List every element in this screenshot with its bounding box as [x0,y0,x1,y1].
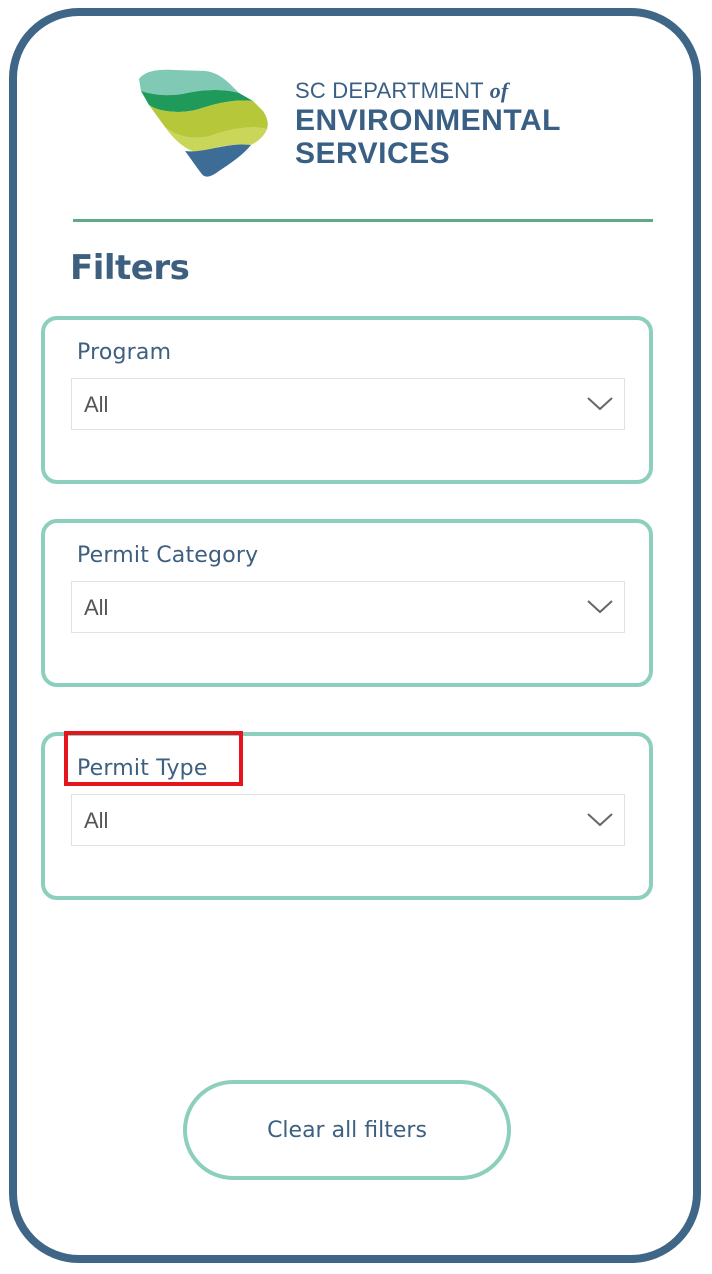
permit-type-dropdown-value: All [84,808,109,833]
chevron-down-icon [587,813,613,827]
filter-label-program: Program [77,340,172,365]
header-divider [73,219,653,222]
department-wordmark: SC DEPARTMENT of ENVIRONMENTAL SERVICES [295,78,561,170]
logo-line-environmental: ENVIRONMENTAL [295,104,561,137]
logo-line-department: SC DEPARTMENT of [295,78,509,103]
filter-card-permit-category: Permit Category All [41,519,653,687]
filter-label-permit-category: Permit Category [77,543,259,568]
program-dropdown-value: All [84,392,109,417]
logo-line-services: SERVICES [295,137,451,170]
chevron-down-icon [587,600,613,614]
clear-all-filters-button[interactable]: Clear all filters [183,1080,511,1180]
program-dropdown[interactable]: All [71,378,625,430]
page-title: Filters [70,248,190,288]
sc-state-logo-icon [139,69,268,177]
permit-category-dropdown-value: All [84,595,109,620]
permit-category-dropdown[interactable]: All [71,581,625,633]
filter-card-permit-type: Permit Type All [41,732,653,900]
filter-label-permit-type: Permit Type [77,756,208,781]
filter-card-program: Program All [41,316,653,484]
permit-type-dropdown[interactable]: All [71,794,625,846]
chevron-down-icon [587,397,613,411]
